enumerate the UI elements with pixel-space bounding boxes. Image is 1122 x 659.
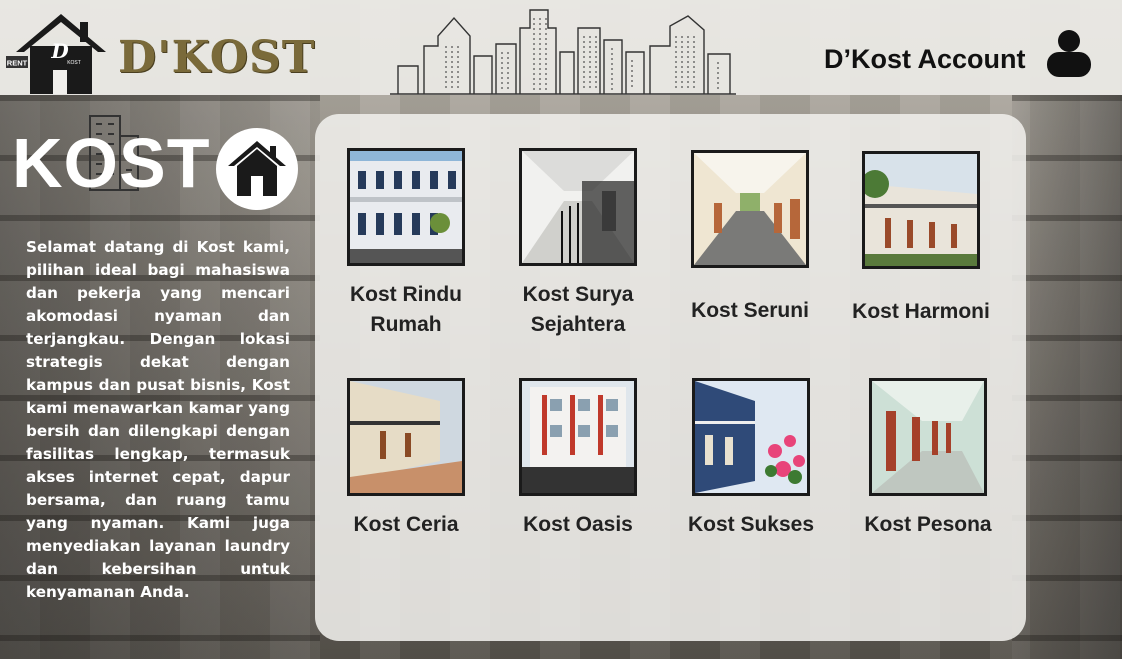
user-icon[interactable] bbox=[1046, 28, 1092, 78]
listing-photo[interactable] bbox=[691, 150, 809, 268]
listing-name[interactable]: Kost Rindu Rumah bbox=[316, 280, 496, 340]
listing-name[interactable]: Kost Seruni bbox=[660, 296, 840, 326]
listing-photo[interactable] bbox=[869, 378, 987, 496]
city-skyline-icon bbox=[390, 9, 736, 95]
listing-name[interactable]: Kost Harmoni bbox=[831, 297, 1011, 327]
listing-card[interactable]: Kost Ceria bbox=[316, 378, 496, 540]
listing-panel: Kost Rindu Rumah Kost Surya Sejahtera Ko… bbox=[315, 114, 1026, 641]
listing-card[interactable]: Kost Seruni bbox=[660, 150, 840, 326]
listing-photo[interactable] bbox=[519, 378, 637, 496]
listing-card[interactable]: Kost Harmoni bbox=[831, 151, 1011, 327]
listing-card[interactable]: Kost Surya Sejahtera bbox=[488, 148, 668, 340]
rent-sign: RENT bbox=[7, 59, 28, 68]
brand-name: D'KOST bbox=[118, 32, 316, 83]
house-logo-icon[interactable]: RENT D KOST bbox=[6, 10, 111, 95]
listing-name[interactable]: Kost Oasis bbox=[488, 510, 668, 540]
listing-photo[interactable] bbox=[692, 378, 810, 496]
logo-sub: KOST bbox=[67, 60, 81, 66]
page-title: KOST bbox=[12, 124, 211, 202]
listing-card[interactable]: Kost Pesona bbox=[838, 378, 1018, 540]
listing-card[interactable]: Kost Rindu Rumah bbox=[316, 148, 496, 340]
listing-name[interactable]: Kost Sukses bbox=[661, 510, 841, 540]
listing-photo[interactable] bbox=[862, 151, 980, 269]
listing-photo[interactable] bbox=[347, 148, 465, 266]
listing-photo[interactable] bbox=[347, 378, 465, 496]
account-label[interactable]: D’Kost Account bbox=[824, 44, 1026, 75]
listing-card[interactable]: Kost Oasis bbox=[488, 378, 668, 540]
background-right-balcony bbox=[1012, 95, 1122, 659]
home-icon bbox=[228, 141, 286, 196]
listing-card[interactable]: Kost Sukses bbox=[661, 378, 841, 540]
header-bar: RENT D KOST D'KOST D’Kost Account bbox=[0, 0, 1122, 95]
home-badge[interactable] bbox=[216, 128, 298, 210]
listing-name[interactable]: Kost Surya Sejahtera bbox=[488, 280, 668, 340]
listing-name[interactable]: Kost Pesona bbox=[838, 510, 1018, 540]
listing-photo[interactable] bbox=[519, 148, 637, 266]
listing-name[interactable]: Kost Ceria bbox=[316, 510, 496, 540]
intro-description: Selamat datang di Kost kami, pilihan ide… bbox=[26, 238, 290, 601]
